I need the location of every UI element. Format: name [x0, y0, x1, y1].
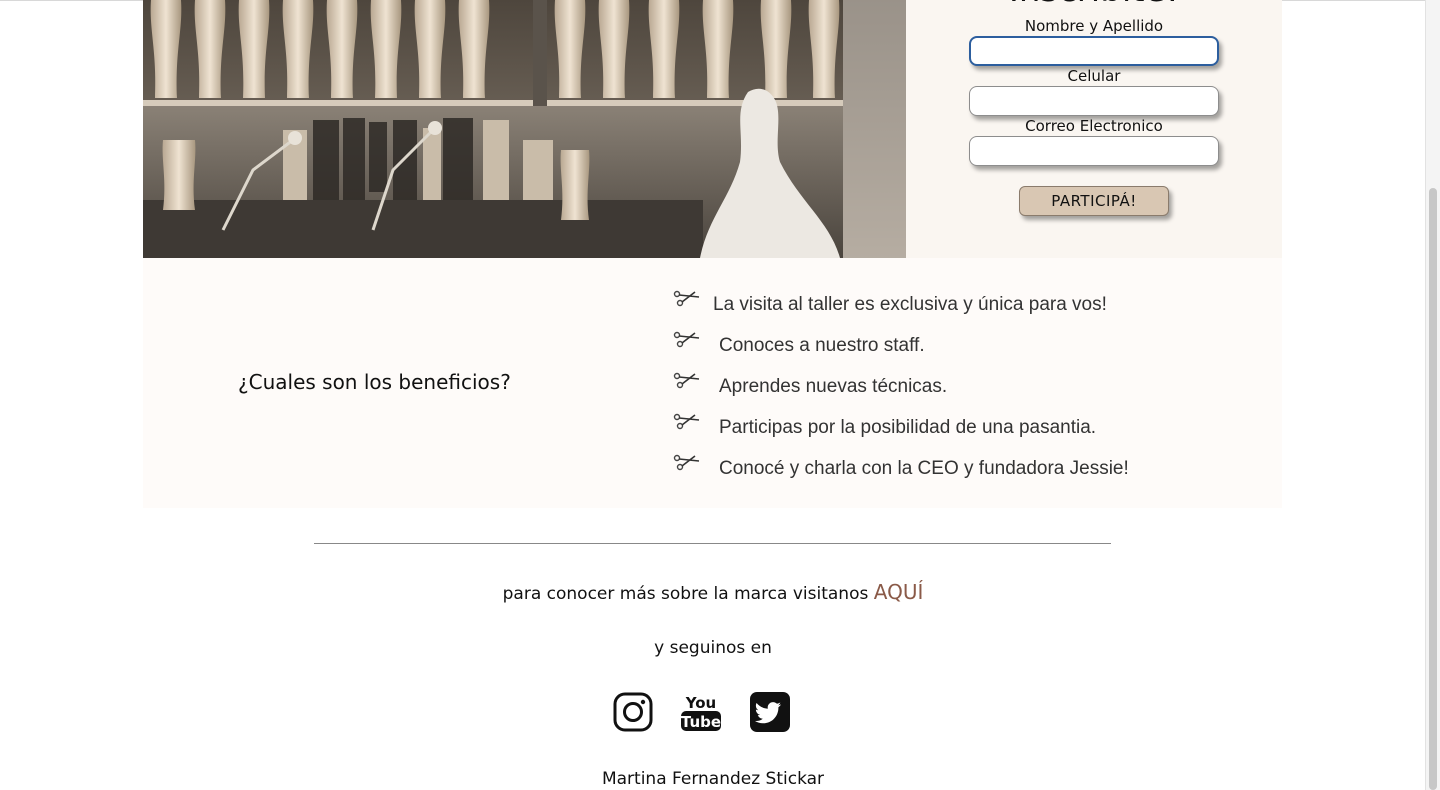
learn-more-text: para conocer más sobre la marca visitano… — [502, 584, 869, 604]
benefits-section: ¿Cuales son los beneficios? La visita al… — [143, 258, 1282, 508]
signup-form: Inscribite! Nombre y Apellido Celular Co… — [906, 0, 1282, 258]
email-field[interactable] — [969, 136, 1219, 166]
benefit-text: La visita al taller es exclusiva y única… — [713, 294, 1107, 315]
name-field[interactable] — [969, 36, 1219, 66]
phone-label: Celular — [1067, 67, 1121, 85]
author-credit: Martina Fernandez Stickar — [601, 769, 825, 789]
participate-button[interactable]: PARTICIPÁ! — [1019, 186, 1169, 216]
scissors-icon — [673, 413, 700, 430]
benefit-text: Aprendes nuevas técnicas. — [719, 376, 948, 397]
form-heading: Inscribite! — [906, 0, 1282, 10]
phone-field[interactable] — [969, 86, 1219, 116]
benefit-text: Conocé y charla con la CEO y fundadora J… — [719, 458, 1129, 479]
benefits-title: ¿Cuales son los beneficios? — [238, 370, 511, 394]
scissors-icon — [673, 290, 700, 307]
atelier-photo — [143, 0, 906, 258]
brand-link[interactable]: AQUÍ — [874, 580, 924, 604]
youtube-you: You — [685, 694, 716, 712]
twitter-icon[interactable] — [749, 691, 791, 733]
youtube-tube: Tube — [681, 713, 721, 731]
youtube-icon[interactable]: You Tube — [680, 691, 722, 733]
footer-divider — [314, 543, 1111, 544]
learn-more-line: para conocer más sobre la marca visitano… — [0, 580, 1426, 604]
benefit-text: Participas por la posibilidad de una pas… — [719, 417, 1097, 438]
follow-text: y seguinos en — [654, 638, 772, 658]
instagram-icon[interactable] — [612, 691, 654, 733]
email-label: Correo Electronico — [1025, 117, 1163, 135]
name-label: Nombre y Apellido — [1024, 17, 1164, 35]
scissors-icon — [673, 331, 700, 348]
benefit-text: Conoces a nuestro staff. — [719, 335, 925, 356]
scrollbar-thumb[interactable] — [1429, 188, 1437, 790]
scissors-icon — [673, 454, 700, 471]
scissors-icon — [673, 372, 700, 389]
